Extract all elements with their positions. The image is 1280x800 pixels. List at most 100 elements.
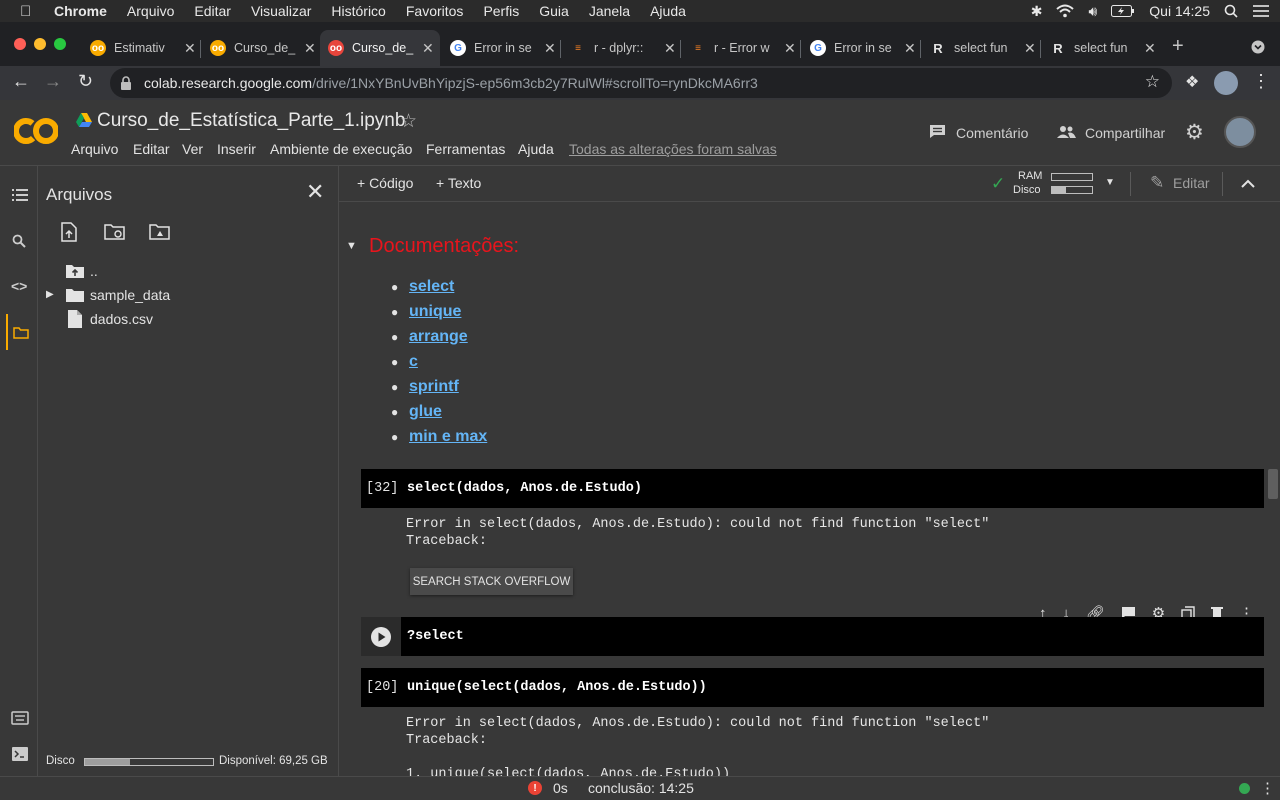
doc-link-arrange[interactable]: arrange [409, 328, 468, 346]
browser-tab[interactable]: oo Curso_de_ ✕ [202, 30, 320, 66]
bluetooth-icon[interactable]: ✱ [1031, 3, 1043, 20]
browser-tab[interactable]: oo Estimativ ✕ [82, 30, 200, 66]
close-tab-icon[interactable]: ✕ [544, 40, 556, 57]
dropdown-caret-icon[interactable]: ▼ [1105, 177, 1115, 188]
menubar-item-visualizar[interactable]: Visualizar [251, 3, 311, 19]
doc-link-c[interactable]: c [409, 353, 418, 371]
menu-editar[interactable]: Editar [133, 141, 170, 157]
browser-tab[interactable]: R select fun ✕ [922, 30, 1040, 66]
search-stack-overflow-button[interactable]: SEARCH STACK OVERFLOW [410, 568, 573, 595]
battery-icon[interactable] [1111, 5, 1135, 17]
settings-gear-icon[interactable]: ⚙ [1185, 120, 1204, 145]
table-of-contents-icon[interactable] [12, 189, 28, 201]
run-cell-play-icon[interactable] [370, 626, 392, 648]
comment-button[interactable]: Comentário [956, 125, 1028, 141]
close-tab-icon[interactable]: ✕ [422, 40, 434, 57]
menu-ambiente-de-execucao[interactable]: Ambiente de execução [270, 141, 412, 157]
menubar-item-editar[interactable]: Editar [194, 3, 231, 19]
window-minimize-button[interactable] [34, 38, 46, 50]
cell-code[interactable]: unique(select(dados, Anos.de.Estudo)) [407, 680, 707, 695]
star-icon[interactable]: ☆ [400, 110, 417, 133]
doc-link-glue[interactable]: glue [409, 403, 442, 421]
share-button[interactable]: Compartilhar [1085, 125, 1165, 141]
menubar-app-name[interactable]: Chrome [54, 3, 107, 19]
add-text-button[interactable]: + Texto [436, 175, 481, 191]
menubar-item-guia[interactable]: Guia [539, 3, 569, 19]
menubar-clock[interactable]: Qui 14:25 [1149, 3, 1210, 19]
close-tab-icon[interactable]: ✕ [304, 40, 316, 57]
kebab-menu-icon[interactable]: ⋮ [1252, 71, 1270, 92]
browser-tab[interactable]: ≡ r - dplyr:: ✕ [562, 30, 680, 66]
new-tab-icon[interactable]: + [1172, 35, 1184, 58]
people-share-icon[interactable] [1056, 126, 1076, 138]
doc-link-sprintf[interactable]: sprintf [409, 378, 459, 396]
doc-link-select[interactable]: select [409, 278, 454, 296]
browser-tab-active[interactable]: oo Curso_de_ ✕ [320, 30, 440, 66]
window-close-button[interactable] [14, 38, 26, 50]
google-drive-icon[interactable] [76, 113, 92, 127]
folder-icon[interactable] [13, 327, 29, 339]
menubar-item-perfis[interactable]: Perfis [483, 3, 519, 19]
refresh-folder-icon[interactable] [104, 223, 126, 241]
code-cell[interactable]: [32] select(dados, Anos.de.Estudo) [361, 469, 1264, 508]
terminal-icon[interactable] [11, 746, 29, 762]
notebook-title[interactable]: Curso_de_Estatística_Parte_1.ipynb [97, 110, 405, 132]
code-snippets-icon[interactable]: <> [11, 278, 27, 294]
add-code-button[interactable]: + Código [357, 175, 413, 191]
resources-indicator[interactable]: ✓ RAM Disco ▼ [989, 168, 1119, 200]
colab-logo[interactable] [14, 116, 58, 146]
collapse-chevron-up-icon[interactable] [1241, 179, 1255, 188]
browser-tab[interactable]: G Error in se ✕ [802, 30, 920, 66]
apple-icon[interactable]:  [20, 3, 40, 20]
menu-ferramentas[interactable]: Ferramentas [426, 141, 505, 157]
status-more-icon[interactable]: ⋮ [1260, 779, 1275, 797]
profile-avatar[interactable] [1214, 71, 1238, 95]
comment-icon[interactable] [929, 124, 946, 139]
wifi-icon[interactable] [1056, 4, 1075, 18]
menubar-item-ajuda[interactable]: Ajuda [650, 3, 686, 19]
menu-arquivo[interactable]: Arquivo [71, 141, 118, 157]
reload-icon[interactable]: ↻ [78, 71, 93, 92]
browser-tab[interactable]: ≡ r - Error w ✕ [682, 30, 800, 66]
menu-ver[interactable]: Ver [182, 141, 203, 157]
section-collapse-caret-icon[interactable]: ▼ [346, 240, 357, 252]
browser-tab[interactable]: R select fun ✕ [1042, 30, 1160, 66]
menubar-item-favoritos[interactable]: Favoritos [406, 3, 464, 19]
user-avatar[interactable] [1224, 116, 1256, 148]
cell-code[interactable]: ?select [407, 629, 464, 644]
expand-caret-icon[interactable]: ▶ [46, 289, 54, 300]
close-tab-icon[interactable]: ✕ [1024, 40, 1036, 57]
close-tab-icon[interactable]: ✕ [1144, 40, 1156, 57]
code-cell-focused[interactable]: ?select [361, 617, 1264, 656]
menu-ajuda[interactable]: Ajuda [518, 141, 554, 157]
mount-drive-icon[interactable] [149, 223, 171, 241]
search-icon[interactable] [12, 234, 26, 248]
notebook-scrollbar-thumb[interactable] [1268, 469, 1278, 499]
browser-tab[interactable]: G Error in se ✕ [442, 30, 560, 66]
window-zoom-button[interactable] [54, 38, 66, 50]
control-center-icon[interactable] [1252, 4, 1270, 18]
extensions-puzzle-icon[interactable]: ❖ [1185, 72, 1199, 92]
close-tab-icon[interactable]: ✕ [784, 40, 796, 57]
doc-link-min-e-max[interactable]: min e max [409, 428, 487, 446]
spotlight-search-icon[interactable] [1224, 4, 1238, 18]
forward-arrow-icon[interactable]: → [44, 71, 62, 92]
edit-button[interactable]: Editar [1173, 175, 1210, 191]
doc-link-unique[interactable]: unique [409, 303, 461, 321]
close-tab-icon[interactable]: ✕ [664, 40, 676, 57]
file-item-file[interactable]: dados.csv [66, 310, 326, 330]
back-arrow-icon[interactable]: ← [12, 71, 30, 92]
menubar-item-janela[interactable]: Janela [589, 3, 630, 19]
address-bar[interactable]: colab.research.google.com/drive/1NxYBnUv… [110, 68, 1172, 98]
cell-code[interactable]: select(dados, Anos.de.Estudo) [407, 481, 642, 496]
menubar-item-historico[interactable]: Histórico [331, 3, 385, 19]
error-status-icon[interactable]: ! [528, 781, 542, 795]
upload-file-icon[interactable] [61, 222, 77, 242]
menubar-item-arquivo[interactable]: Arquivo [127, 3, 174, 19]
close-tab-icon[interactable]: ✕ [184, 40, 196, 57]
code-cell[interactable]: [20] unique(select(dados, Anos.de.Estudo… [361, 668, 1264, 707]
pencil-edit-icon[interactable]: ✎ [1150, 173, 1164, 193]
close-panel-icon[interactable]: ✕ [306, 179, 324, 205]
volume-icon[interactable]: 🔊︎ [1088, 3, 1097, 20]
menu-inserir[interactable]: Inserir [217, 141, 256, 157]
